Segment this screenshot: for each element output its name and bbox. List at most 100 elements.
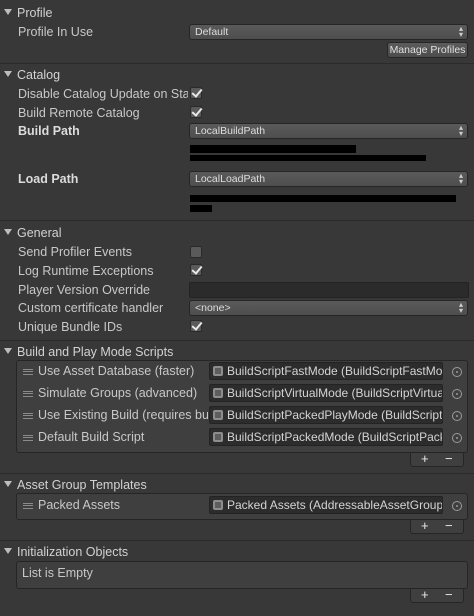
object-picker-icon[interactable] — [452, 501, 462, 511]
divider — [0, 473, 474, 474]
list-item-label: Simulate Groups (advanced) — [38, 386, 198, 400]
dropdown-arrows-icon: ▴ ▾ — [458, 123, 463, 138]
profile-in-use-value: Default — [195, 26, 229, 38]
add-item-button[interactable]: + — [421, 519, 429, 532]
build-remote-catalog-checkbox[interactable] — [190, 106, 202, 118]
drag-handle-icon[interactable] — [23, 369, 33, 375]
foldout-arrow-icon — [4, 9, 12, 15]
divider — [0, 340, 474, 341]
load-path-label: Load Path — [18, 172, 79, 186]
log-runtime-exceptions-checkbox[interactable] — [190, 264, 202, 276]
templates-header-label: Asset Group Templates — [17, 478, 147, 492]
divider — [0, 63, 474, 64]
build-path-value: LocalBuildPath — [195, 125, 266, 137]
remove-item-button[interactable]: − — [445, 519, 453, 532]
init-objects-header-label: Initialization Objects — [17, 545, 129, 559]
foldout-arrow-icon — [4, 229, 12, 235]
send-profiler-events-checkbox[interactable] — [190, 246, 202, 258]
dropdown-arrows-icon: ▴ ▾ — [458, 300, 463, 315]
redacted-load-path — [190, 205, 212, 212]
object-field-value: BuildScriptVirtualMode (BuildScriptVirtu… — [227, 386, 443, 400]
load-path-value: LocalLoadPath — [195, 173, 266, 185]
template-asset-icon — [213, 500, 223, 510]
general-header-label: General — [17, 226, 62, 240]
script-asset-icon — [213, 432, 223, 442]
catalog-section-header[interactable]: Catalog — [4, 67, 60, 83]
foldout-arrow-icon — [4, 348, 12, 354]
list-item-label: Packed Assets — [38, 498, 120, 512]
catalog-header-label: Catalog — [17, 68, 61, 82]
drag-handle-icon[interactable] — [23, 391, 33, 397]
divider — [0, 220, 474, 221]
list-item: Simulate Groups (advanced) BuildScriptVi… — [16, 383, 468, 405]
load-path-dropdown[interactable]: LocalLoadPath ▴ ▾ — [189, 171, 468, 187]
remove-item-button[interactable]: − — [445, 588, 453, 601]
build-scripts-header-label: Build and Play Mode Scripts — [17, 345, 174, 359]
list-item: Default Build Script BuildScriptPackedMo… — [16, 427, 468, 449]
object-picker-icon[interactable] — [452, 389, 462, 399]
send-profiler-events-label: Send Profiler Events — [18, 245, 132, 259]
disable-catalog-update-label: Disable Catalog Update on Startup — [18, 87, 188, 101]
foldout-arrow-icon — [4, 548, 12, 554]
drag-handle-icon[interactable] — [23, 435, 33, 441]
build-path-dropdown[interactable]: LocalBuildPath ▴ ▾ — [189, 123, 468, 139]
list-item: Packed Assets Packed Assets (Addressable… — [16, 495, 468, 517]
profile-section-header[interactable]: Profile — [4, 5, 52, 21]
dropdown-arrows-icon: ▴ ▾ — [458, 24, 463, 39]
disable-catalog-update-checkbox[interactable] — [190, 87, 202, 99]
list-item: Use Existing Build (requires built group… — [16, 405, 468, 427]
foldout-arrow-icon — [4, 71, 12, 77]
build-remote-catalog-label: Build Remote Catalog — [18, 106, 140, 120]
script-asset-icon — [213, 410, 223, 420]
manage-profiles-button[interactable]: Manage Profiles — [387, 42, 468, 58]
object-field[interactable]: BuildScriptPackedPlayMode (BuildScriptPa… — [209, 406, 443, 424]
player-version-override-label: Player Version Override — [18, 283, 151, 297]
list-item: Use Asset Database (faster) BuildScriptF… — [16, 361, 468, 383]
script-asset-icon — [213, 366, 223, 376]
remove-item-button[interactable]: − — [445, 452, 453, 465]
add-item-button[interactable]: + — [421, 588, 429, 601]
object-field[interactable]: BuildScriptVirtualMode (BuildScriptVirtu… — [209, 384, 443, 402]
init-objects-section-header[interactable]: Initialization Objects — [4, 544, 128, 560]
unique-bundle-ids-checkbox[interactable] — [190, 320, 202, 332]
custom-certificate-handler-value: <none> — [195, 302, 231, 314]
build-scripts-section-header[interactable]: Build and Play Mode Scripts — [4, 344, 173, 360]
general-section-header[interactable]: General — [4, 225, 61, 241]
dropdown-arrows-icon: ▴ ▾ — [458, 171, 463, 186]
build-path-label: Build Path — [18, 124, 80, 138]
object-picker-icon[interactable] — [452, 367, 462, 377]
redacted-build-path — [190, 155, 426, 161]
templates-section-header[interactable]: Asset Group Templates — [4, 477, 147, 493]
drag-handle-icon[interactable] — [23, 413, 33, 419]
profile-in-use-label: Profile In Use — [18, 25, 94, 39]
redacted-load-path — [190, 195, 456, 202]
object-field[interactable]: Packed Assets (AddressableAssetGroupTemp… — [209, 496, 443, 514]
list-footer: + − — [410, 588, 464, 603]
profile-header-label: Profile — [17, 6, 53, 20]
add-item-button[interactable]: + — [421, 452, 429, 465]
object-picker-icon[interactable] — [452, 433, 462, 443]
list-footer: + − — [410, 519, 464, 534]
profile-in-use-dropdown[interactable]: Default ▴ ▾ — [189, 24, 468, 40]
object-field-value: Packed Assets (AddressableAssetGroupTemp… — [227, 498, 443, 512]
drag-handle-icon[interactable] — [23, 503, 33, 509]
object-picker-icon[interactable] — [452, 411, 462, 421]
list-item-label: Use Existing Build (requires built group… — [38, 408, 208, 422]
foldout-arrow-icon — [4, 481, 12, 487]
custom-certificate-handler-label: Custom certificate handler — [18, 301, 164, 315]
divider — [0, 540, 474, 541]
object-field-value: BuildScriptPackedPlayMode (BuildScriptPa… — [227, 408, 443, 422]
player-version-override-input[interactable] — [189, 282, 469, 298]
unique-bundle-ids-label: Unique Bundle IDs — [18, 320, 123, 334]
object-field[interactable]: BuildScriptFastMode (BuildScriptFastMode… — [209, 362, 443, 380]
list-footer: + − — [410, 452, 464, 467]
custom-certificate-handler-dropdown[interactable]: <none> ▴ ▾ — [189, 300, 468, 316]
list-item-label: Default Build Script — [38, 430, 145, 444]
object-field-value: BuildScriptPackedMode (BuildScriptPacked… — [227, 430, 442, 444]
list-item-label: Use Asset Database (faster) — [38, 364, 195, 378]
log-runtime-exceptions-label: Log Runtime Exceptions — [18, 264, 154, 278]
empty-list-text: List is Empty — [22, 566, 93, 580]
object-field-value: BuildScriptFastMode (BuildScriptFastMode… — [227, 364, 443, 378]
redacted-build-path — [190, 145, 356, 153]
object-field[interactable]: BuildScriptPackedMode (BuildScriptPacked… — [209, 428, 443, 446]
